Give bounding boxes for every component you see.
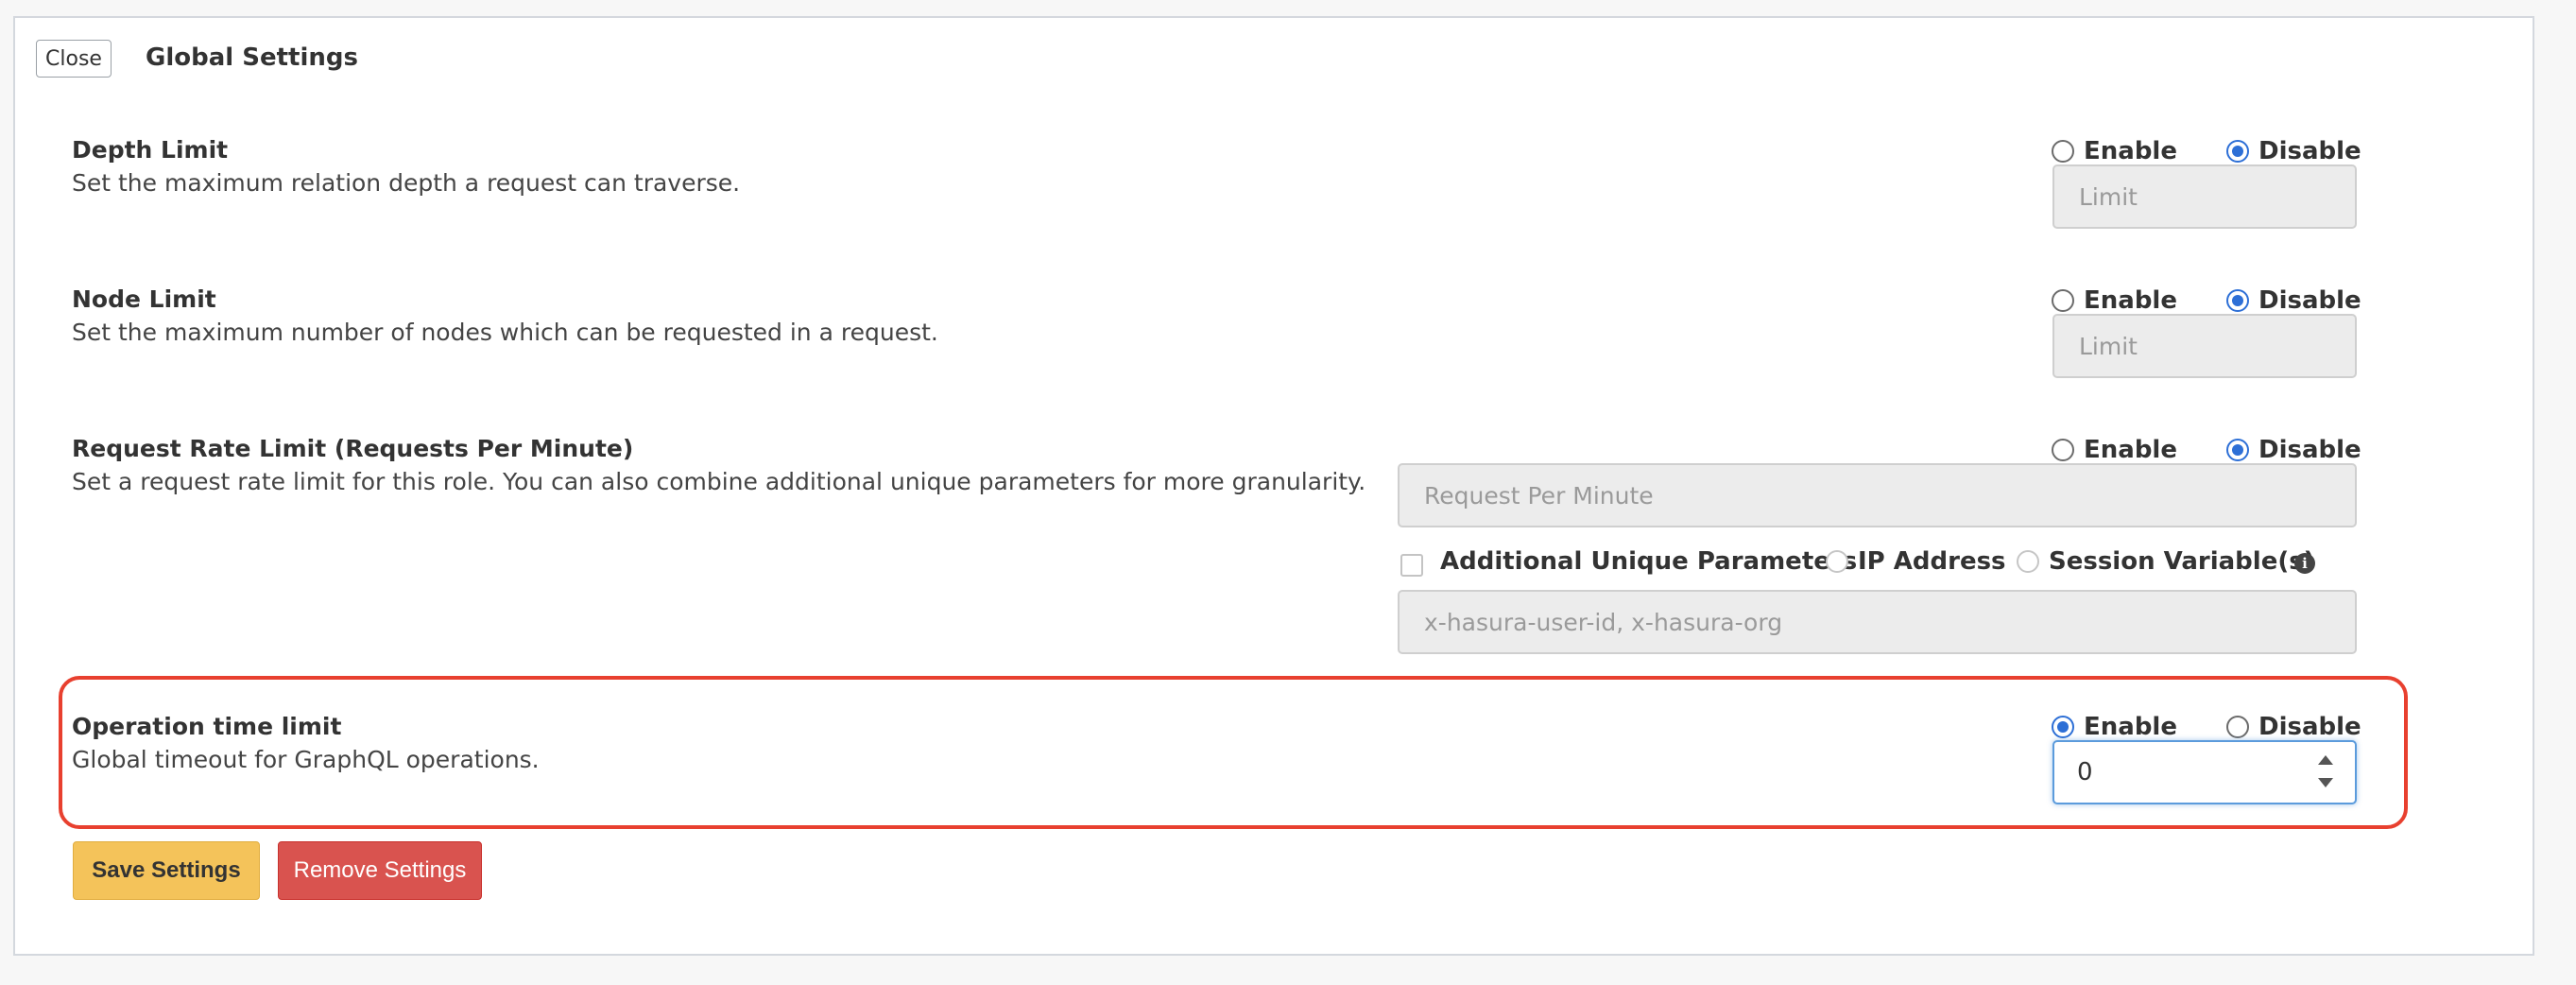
depth-limit-enable-label: Enable <box>2084 137 2177 165</box>
rate-limit-description: Set a request rate limit for this role. … <box>72 468 1366 495</box>
rate-limit-enable-radio[interactable] <box>2052 439 2074 461</box>
node-limit-title: Node Limit <box>72 285 216 313</box>
close-button[interactable]: Close <box>36 40 112 78</box>
session-variables-option[interactable]: Session Variable(s) <box>2017 547 2315 576</box>
depth-limit-disable-radio[interactable] <box>2225 140 2249 163</box>
operation-time-limit-value: 0 <box>2077 758 2093 786</box>
depth-limit-radio-group: Enable Disable <box>2052 137 2361 165</box>
node-limit-enable-option[interactable]: Enable <box>2052 286 2177 315</box>
node-limit-disable-option[interactable]: Disable <box>2225 286 2361 315</box>
node-limit-enable-label: Enable <box>2084 286 2177 315</box>
operation-time-limit-enable-label: Enable <box>2084 713 2177 741</box>
depth-limit-title: Depth Limit <box>72 136 229 164</box>
session-variables-radio[interactable] <box>2017 550 2039 573</box>
operation-time-limit-enable-option[interactable]: Enable <box>2052 713 2177 741</box>
rate-limit-disable-option[interactable]: Disable <box>2225 436 2361 464</box>
additional-params-label: Additional Unique Parameters <box>1440 547 1858 576</box>
rate-limit-disable-label: Disable <box>2258 436 2361 464</box>
node-limit-input[interactable]: Limit <box>2052 314 2357 378</box>
node-limit-radio-group: Enable Disable <box>2052 286 2361 315</box>
rate-limit-radio-group: Enable Disable <box>2052 436 2361 464</box>
additional-params-checkbox[interactable] <box>1400 554 1423 577</box>
requests-per-minute-input[interactable]: Request Per Minute <box>1398 463 2357 527</box>
page-title: Global Settings <box>146 43 358 72</box>
chevron-up-icon[interactable] <box>2318 755 2333 765</box>
session-variables-input[interactable]: x-hasura-user-id, x-hasura-org <box>1398 590 2357 654</box>
ip-address-label: IP Address <box>1858 547 2006 576</box>
global-settings-panel: Close Global Settings Depth Limit Set th… <box>13 16 2534 956</box>
node-limit-disable-label: Disable <box>2258 286 2361 315</box>
operation-time-limit-disable-option[interactable]: Disable <box>2225 713 2361 741</box>
operation-time-limit-radio-group: Enable Disable <box>2052 713 2361 741</box>
operation-time-limit-input[interactable]: 0 <box>2052 740 2357 804</box>
depth-limit-disable-option[interactable]: Disable <box>2225 137 2361 165</box>
depth-limit-enable-option[interactable]: Enable <box>2052 137 2177 165</box>
chevron-down-icon[interactable] <box>2318 778 2333 787</box>
operation-time-limit-disable-radio[interactable] <box>2225 716 2249 738</box>
ip-address-option[interactable]: IP Address <box>1826 547 2006 576</box>
rate-limit-enable-option[interactable]: Enable <box>2052 436 2177 464</box>
depth-limit-input[interactable]: Limit <box>2052 164 2357 229</box>
rate-limit-enable-label: Enable <box>2084 436 2177 464</box>
operation-time-limit-enable-radio[interactable] <box>2052 716 2074 738</box>
depth-limit-description: Set the maximum relation depth a request… <box>72 169 741 197</box>
number-stepper[interactable] <box>2317 755 2334 787</box>
node-limit-enable-radio[interactable] <box>2052 289 2074 312</box>
session-variables-label: Session Variable(s) <box>2049 547 2315 576</box>
save-settings-button[interactable]: Save Settings <box>73 841 260 900</box>
depth-limit-enable-radio[interactable] <box>2052 140 2074 163</box>
info-icon[interactable]: i <box>2294 553 2315 574</box>
remove-settings-button[interactable]: Remove Settings <box>278 841 482 900</box>
node-limit-description: Set the maximum number of nodes which ca… <box>72 319 938 346</box>
rate-limit-title: Request Rate Limit (Requests Per Minute) <box>72 435 634 462</box>
operation-time-limit-description: Global timeout for GraphQL operations. <box>72 746 540 773</box>
ip-address-radio[interactable] <box>1826 550 1848 573</box>
operation-time-limit-title: Operation time limit <box>72 713 342 740</box>
rate-limit-disable-radio[interactable] <box>2225 439 2249 461</box>
operation-time-limit-disable-label: Disable <box>2258 713 2361 741</box>
node-limit-disable-radio[interactable] <box>2225 289 2249 312</box>
depth-limit-disable-label: Disable <box>2258 137 2361 165</box>
